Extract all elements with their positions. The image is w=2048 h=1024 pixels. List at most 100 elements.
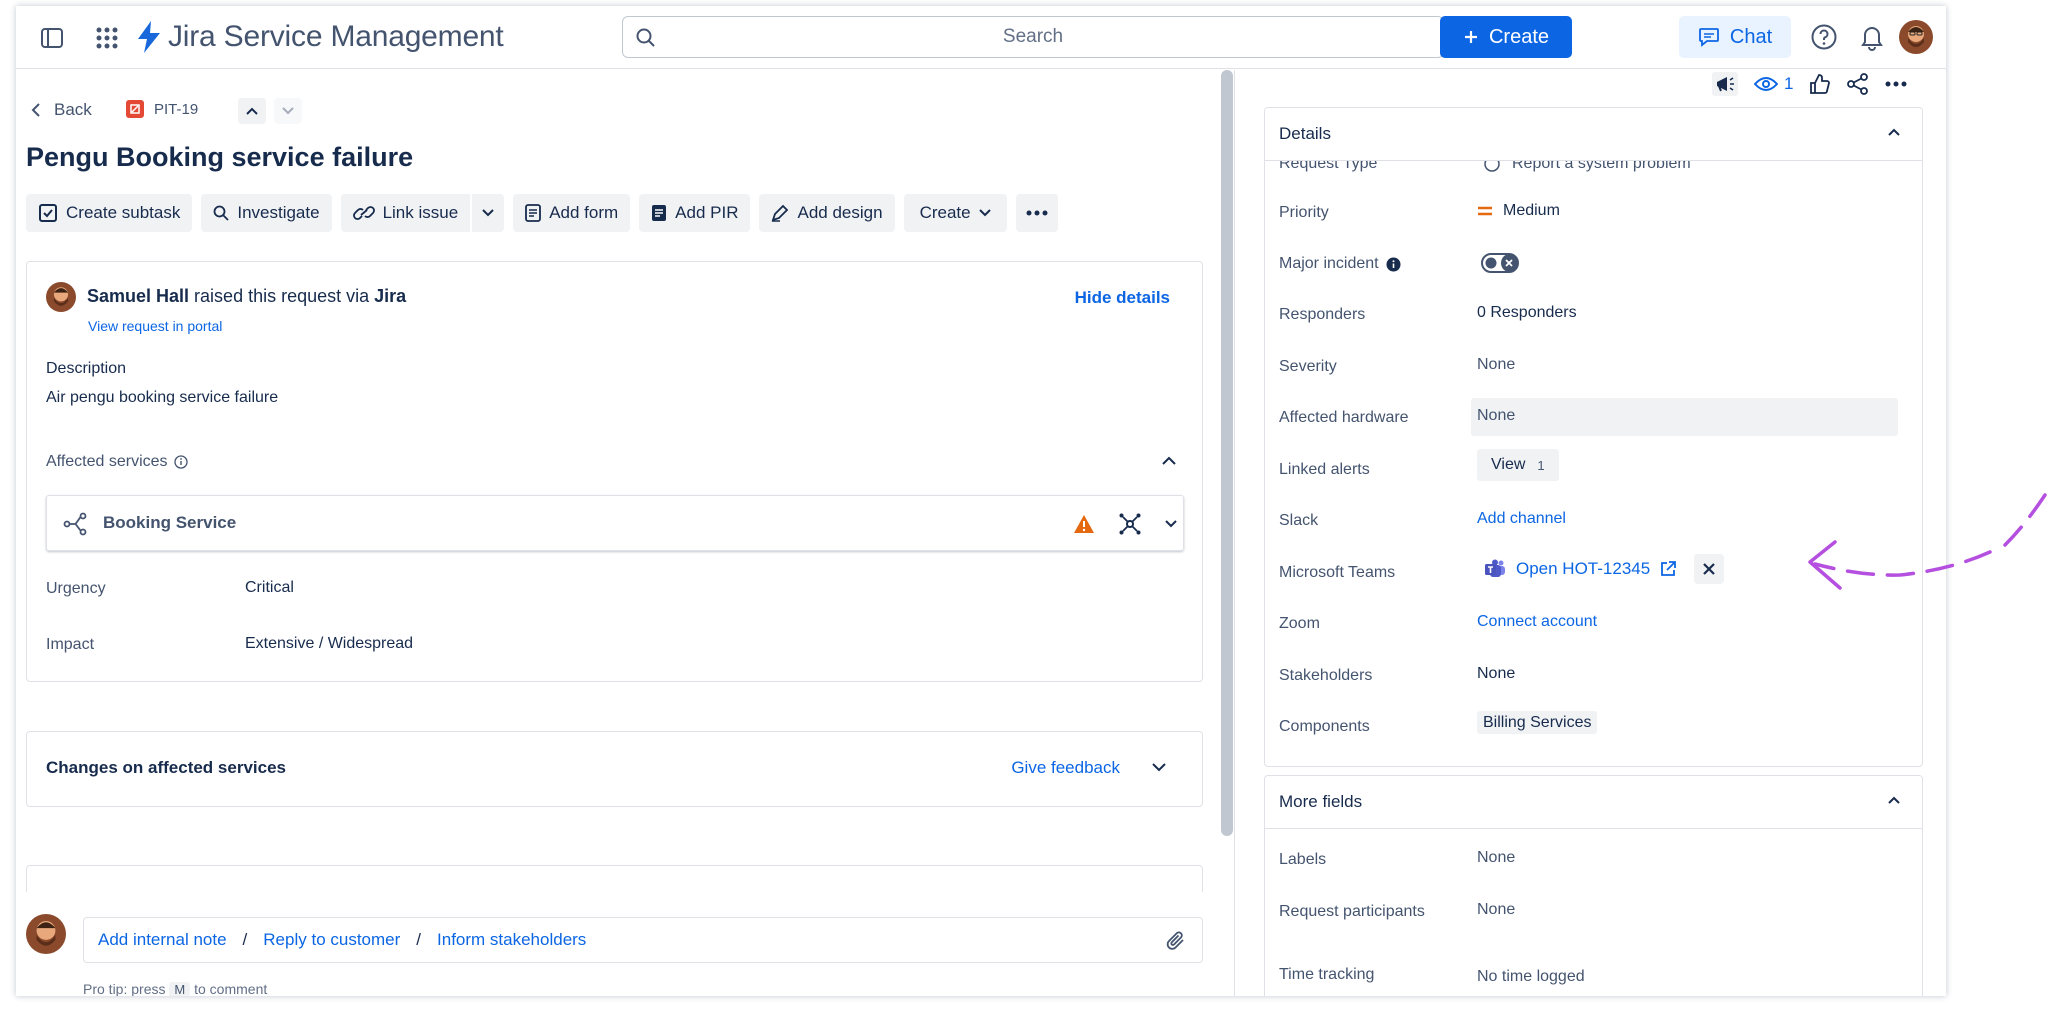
watch-button[interactable]: 1: [1754, 74, 1793, 94]
severity-label: Severity: [1279, 358, 1337, 375]
time-tracking-value[interactable]: No time logged: [1477, 968, 1585, 986]
create-subtask-button[interactable]: Create subtask: [26, 194, 193, 232]
sidebar-toggle-icon[interactable]: [38, 24, 66, 52]
share-icon[interactable]: [1847, 73, 1869, 95]
open-teams-link[interactable]: Open HOT-12345: [1516, 559, 1650, 579]
add-channel-link[interactable]: Add channel: [1477, 510, 1566, 528]
link-issue-button[interactable]: Link issue: [340, 194, 471, 232]
affected-services-header: Affected services: [46, 453, 188, 471]
issue-main-panel: Back PIT-19 Pengu Booking service failur…: [16, 70, 1216, 996]
chevron-down-icon: [482, 209, 494, 217]
hide-details-button[interactable]: Hide details: [1075, 288, 1170, 308]
pro-tip: Pro tip: press M to comment: [83, 981, 268, 996]
plus-icon: [1464, 31, 1477, 43]
components-label: Components: [1279, 718, 1370, 735]
issue-title[interactable]: Pengu Booking service failure: [26, 142, 413, 173]
annotation-arrow-icon: [1808, 493, 2047, 590]
reporter-avatar: [46, 282, 76, 312]
major-incident-toggle[interactable]: [1481, 253, 1519, 278]
create-label: Create: [1488, 25, 1550, 48]
link-issue-dropdown[interactable]: [470, 194, 505, 232]
top-navigation: Jira Service Management Search Create Ch…: [16, 6, 1946, 69]
chat-button[interactable]: Chat: [1679, 16, 1791, 58]
labels-value[interactable]: None: [1477, 849, 1515, 867]
create-subtask-label: Create subtask: [66, 203, 181, 222]
inform-stakeholders-link[interactable]: Inform stakeholders: [437, 930, 586, 950]
dependency-map-icon[interactable]: [1118, 512, 1142, 536]
megaphone-icon[interactable]: [1712, 72, 1738, 96]
priority-value[interactable]: Medium: [1477, 202, 1560, 220]
create-menu-button[interactable]: Create: [903, 194, 1007, 232]
severity-value[interactable]: None: [1477, 356, 1515, 374]
product-logo[interactable]: Jira Service Management: [136, 20, 504, 54]
request-channel: Jira: [374, 286, 407, 306]
details-header[interactable]: Details: [1265, 108, 1922, 161]
issue-key-link[interactable]: PIT-19: [126, 100, 198, 118]
add-design-button[interactable]: Add design: [759, 194, 895, 232]
request-participants-value[interactable]: None: [1477, 901, 1515, 919]
responders-label: Responders: [1279, 306, 1366, 323]
service-row[interactable]: Booking Service: [46, 495, 1184, 551]
previous-issue-button[interactable]: [238, 98, 266, 124]
chevron-up-icon[interactable]: [1888, 128, 1900, 136]
more-horizontal-icon: [1026, 210, 1048, 216]
notifications-bell-icon[interactable]: [1859, 23, 1885, 56]
attachment-icon[interactable]: [1166, 930, 1186, 952]
affected-hardware-field[interactable]: [1471, 398, 1898, 436]
chat-icon: [1698, 28, 1719, 47]
description-text[interactable]: Air pengu booking service failure: [46, 389, 278, 407]
add-form-button[interactable]: Add form: [513, 194, 631, 232]
teams-meeting: Open HOT-12345: [1484, 554, 1725, 584]
app-switcher-icon[interactable]: [93, 24, 121, 52]
watch-count: 1: [1784, 74, 1794, 93]
scrollbar[interactable]: [1221, 70, 1233, 836]
alerts-count: 1: [1537, 457, 1545, 473]
more-fields-title: More fields: [1279, 792, 1363, 811]
reply-to-customer-link[interactable]: Reply to customer: [263, 930, 400, 950]
user-avatar[interactable]: [1899, 20, 1933, 59]
info-icon[interactable]: [1386, 257, 1401, 272]
add-pir-label: Add PIR: [675, 203, 739, 222]
chevron-down-icon[interactable]: [1165, 520, 1177, 528]
more-fields-header[interactable]: More fields: [1265, 776, 1922, 829]
impact-label: Impact: [46, 636, 95, 653]
linked-alerts-button[interactable]: View 1: [1477, 449, 1559, 481]
back-button[interactable]: Back: [30, 100, 92, 120]
priority-label: Priority: [1279, 204, 1329, 221]
responders-value[interactable]: 0 Responders: [1477, 304, 1577, 322]
toggle-off-icon: [1481, 253, 1519, 273]
reporter-name[interactable]: Samuel Hall: [87, 286, 189, 306]
chevron-down-icon: [282, 107, 294, 115]
info-icon[interactable]: [173, 455, 188, 469]
connect-zoom-link[interactable]: Connect account: [1477, 613, 1597, 631]
chevron-up-icon: [246, 107, 258, 115]
search-icon: [213, 205, 229, 221]
commenter-avatar: [26, 914, 66, 954]
comment-box[interactable]: Add internal note / Reply to customer / …: [83, 917, 1203, 963]
issue-actions: 1: [1712, 72, 1907, 96]
external-link-icon[interactable]: [1660, 561, 1677, 577]
help-icon[interactable]: [1810, 23, 1838, 56]
chevron-up-icon[interactable]: [1162, 452, 1176, 470]
add-internal-note-link[interactable]: Add internal note: [98, 930, 227, 950]
urgency-value[interactable]: Critical: [245, 579, 294, 597]
back-label: Back: [54, 100, 92, 119]
stakeholders-value[interactable]: None: [1477, 665, 1515, 683]
service-name: Booking Service: [103, 513, 237, 532]
components-value[interactable]: Billing Services: [1477, 711, 1598, 734]
investigate-button[interactable]: Investigate: [201, 194, 332, 232]
global-create-button[interactable]: Create: [1440, 16, 1572, 58]
impact-value[interactable]: Extensive / Widespread: [245, 635, 413, 653]
linked-alerts-label: Linked alerts: [1279, 461, 1370, 478]
chevron-up-icon[interactable]: [1888, 796, 1900, 804]
next-issue-button[interactable]: [274, 98, 302, 124]
give-feedback-link[interactable]: Give feedback: [1011, 758, 1120, 778]
more-actions-button[interactable]: [1015, 194, 1058, 232]
add-pir-button[interactable]: Add PIR: [639, 194, 751, 232]
thumbs-up-icon[interactable]: [1809, 73, 1831, 95]
search-input[interactable]: Search: [622, 16, 1444, 58]
chevron-down-icon[interactable]: [1152, 763, 1166, 772]
remove-teams-button[interactable]: [1694, 554, 1725, 584]
view-portal-link[interactable]: View request in portal: [88, 318, 222, 334]
more-horizontal-icon[interactable]: [1885, 81, 1907, 87]
